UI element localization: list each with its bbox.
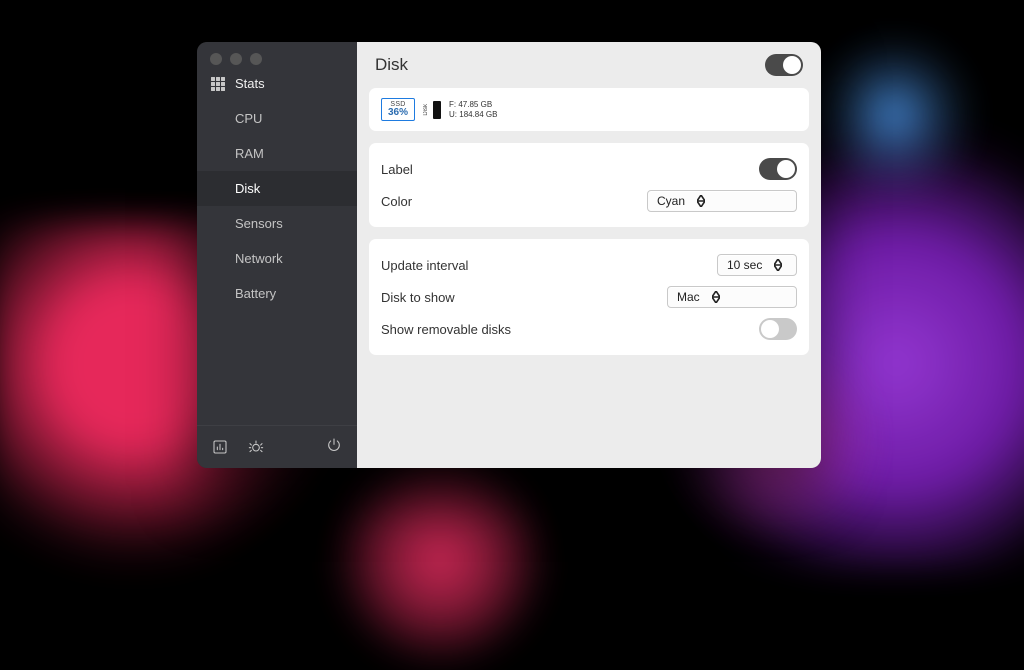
sidebar-item-sensors[interactable]: Sensors [197,206,357,241]
disk-icon [433,101,441,119]
traffic-lights[interactable] [197,42,357,72]
stepper-icon [697,195,705,207]
sidebar-item-ram[interactable]: RAM [197,136,357,171]
bug-icon[interactable] [247,438,265,456]
setting-label: Label [381,162,413,177]
label-toggle[interactable] [759,158,797,180]
widget-space-readout: F: 47.85 GB U: 184.84 GB [449,100,497,119]
color-select[interactable]: Cyan [647,190,797,212]
close-icon[interactable] [210,53,222,65]
interval-select[interactable]: 10 sec [717,254,797,276]
dashboard-icon [211,77,225,91]
behaviour-card: Update interval 10 sec Disk to show Mac [369,239,809,355]
setting-interval: Update interval [381,258,468,273]
stepper-icon [774,259,782,271]
module-enable-toggle[interactable] [765,54,803,76]
sidebar-item-network[interactable]: Network [197,241,357,276]
sidebar-item-disk[interactable]: Disk [197,171,357,206]
app-title: Stats [235,76,265,91]
setting-removable: Show removable disks [381,322,511,337]
appearance-card: Label Color Cyan [369,143,809,227]
widget-disk-badge[interactable]: Disk [423,101,441,119]
sidebar-nav: CPU RAM Disk Sensors Network Battery [197,101,357,311]
sidebar-item-cpu[interactable]: CPU [197,101,357,136]
sidebar-footer [197,425,357,468]
power-icon[interactable] [325,436,343,454]
sidebar-item-battery[interactable]: Battery [197,276,357,311]
disk-select[interactable]: Mac [667,286,797,308]
stepper-icon [712,291,720,303]
minimize-icon[interactable] [230,53,242,65]
page-title: Disk [375,55,408,75]
setting-color: Color [381,194,412,209]
setting-disk: Disk to show [381,290,455,305]
widget-ssd-badge[interactable]: SSD 36% [381,98,415,121]
widget-preview-card: SSD 36% Disk F: 47.85 GB U: 184.84 GB [369,88,809,131]
content-header: Disk [357,42,821,88]
fullscreen-icon[interactable] [250,53,262,65]
removable-toggle[interactable] [759,318,797,340]
sidebar: Stats CPU RAM Disk Sensors Network Batte… [197,42,357,468]
content-pane: Disk SSD 36% Disk F: 47.85 GB [357,42,821,468]
stats-preferences-window: Stats CPU RAM Disk Sensors Network Batte… [197,42,821,468]
chart-icon[interactable] [211,438,229,456]
sidebar-header[interactable]: Stats [197,72,357,101]
